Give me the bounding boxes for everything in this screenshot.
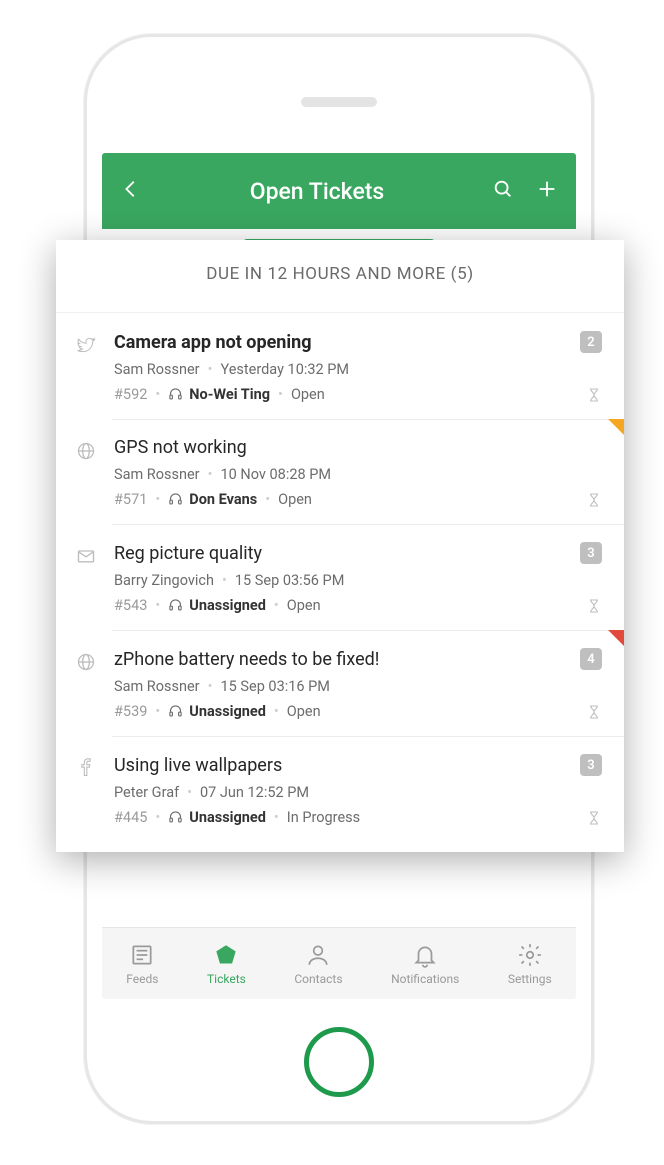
nav-label: Notifications — [391, 972, 459, 986]
search-button[interactable] — [492, 178, 514, 204]
ticket-row[interactable]: Reg picture quality 3 Barry Zingovich • … — [56, 524, 624, 630]
ticket-status: Open — [291, 386, 325, 403]
hourglass-icon — [586, 704, 602, 720]
app-header: Open Tickets — [102, 153, 576, 229]
ticket-id: #539 — [114, 703, 147, 720]
ticket-status: Open — [278, 491, 312, 508]
web-icon — [74, 439, 98, 463]
back-button[interactable] — [120, 178, 142, 204]
nav-tickets[interactable]: Tickets — [207, 942, 246, 986]
ticket-title: Reg picture quality — [114, 543, 262, 564]
reply-count-badge: 4 — [580, 648, 602, 670]
ticket-id: #445 — [114, 809, 147, 826]
reply-count-badge: 3 — [580, 754, 602, 776]
ticket-timestamp: Yesterday 10:32 PM — [221, 361, 350, 378]
page-title: Open Tickets — [250, 178, 385, 205]
facebook-icon — [74, 756, 98, 780]
ticket-agent: Unassigned — [168, 597, 266, 614]
ticket-agent: No-Wei Ting — [168, 386, 270, 403]
ticket-agent: Unassigned — [168, 703, 266, 720]
ticket-id: #543 — [114, 597, 147, 614]
phone-home-button[interactable] — [304, 1027, 374, 1097]
ticket-id: #571 — [114, 491, 147, 508]
headset-icon — [168, 492, 183, 507]
nav-label: Feeds — [126, 972, 158, 986]
ticket-row[interactable]: Using live wallpapers 3 Peter Graf • 07 … — [56, 736, 624, 842]
headset-icon — [168, 704, 183, 719]
nav-settings[interactable]: Settings — [508, 942, 552, 986]
hourglass-icon — [586, 598, 602, 614]
ticket-title: zPhone battery needs to be fixed! — [114, 649, 379, 670]
hourglass-icon — [586, 492, 602, 508]
ticket-row[interactable]: Camera app not opening 2 Sam Rossner • Y… — [56, 313, 624, 419]
ticket-title: Using live wallpapers — [114, 755, 282, 776]
ticket-requester: Peter Graf — [114, 784, 179, 801]
ticket-timestamp: 15 Sep 03:56 PM — [235, 572, 344, 589]
nav-label: Settings — [508, 972, 552, 986]
hourglass-icon — [586, 387, 602, 403]
ticket-requester: Sam Rossner — [114, 678, 200, 695]
ticket-list-panel: DUE IN 12 HOURS AND MORE (5) Camera app … — [56, 240, 624, 852]
nav-label: Tickets — [207, 972, 246, 986]
hourglass-icon — [586, 810, 602, 826]
ticket-requester: Sam Rossner — [114, 466, 200, 483]
priority-flag-icon — [608, 419, 624, 435]
headset-icon — [168, 810, 183, 825]
bottom-nav: Feeds Tickets Contacts Notifications Set… — [102, 927, 576, 999]
ticket-agent: Don Evans — [168, 491, 257, 508]
ticket-status: In Progress — [287, 809, 360, 826]
ticket-agent: Unassigned — [168, 809, 266, 826]
ticket-title: Camera app not opening — [114, 332, 312, 353]
nav-notifications[interactable]: Notifications — [391, 942, 459, 986]
ticket-id: #592 — [114, 386, 147, 403]
nav-feeds[interactable]: Feeds — [126, 942, 158, 986]
email-icon — [74, 544, 98, 568]
add-button[interactable] — [536, 178, 558, 204]
ticket-timestamp: 15 Sep 03:16 PM — [221, 678, 330, 695]
twitter-icon — [74, 333, 98, 357]
ticket-status: Open — [287, 597, 321, 614]
section-header: DUE IN 12 HOURS AND MORE (5) — [56, 240, 624, 313]
ticket-requester: Barry Zingovich — [114, 572, 214, 589]
phone-speaker — [301, 97, 377, 107]
web-icon — [74, 650, 98, 674]
headset-icon — [168, 387, 183, 402]
priority-flag-icon — [608, 630, 624, 646]
ticket-timestamp: 07 Jun 12:52 PM — [200, 784, 309, 801]
ticket-status: Open — [287, 703, 321, 720]
ticket-timestamp: 10 Nov 08:28 PM — [221, 466, 332, 483]
ticket-row[interactable]: GPS not working Sam Rossner • 10 Nov 08:… — [56, 419, 624, 524]
headset-icon — [168, 598, 183, 613]
ticket-title: GPS not working — [114, 437, 247, 458]
nav-label: Contacts — [294, 972, 342, 986]
ticket-requester: Sam Rossner — [114, 361, 200, 378]
ticket-row[interactable]: zPhone battery needs to be fixed! 4 Sam … — [56, 630, 624, 736]
nav-contacts[interactable]: Contacts — [294, 942, 342, 986]
reply-count-badge: 2 — [580, 331, 602, 353]
reply-count-badge: 3 — [580, 542, 602, 564]
